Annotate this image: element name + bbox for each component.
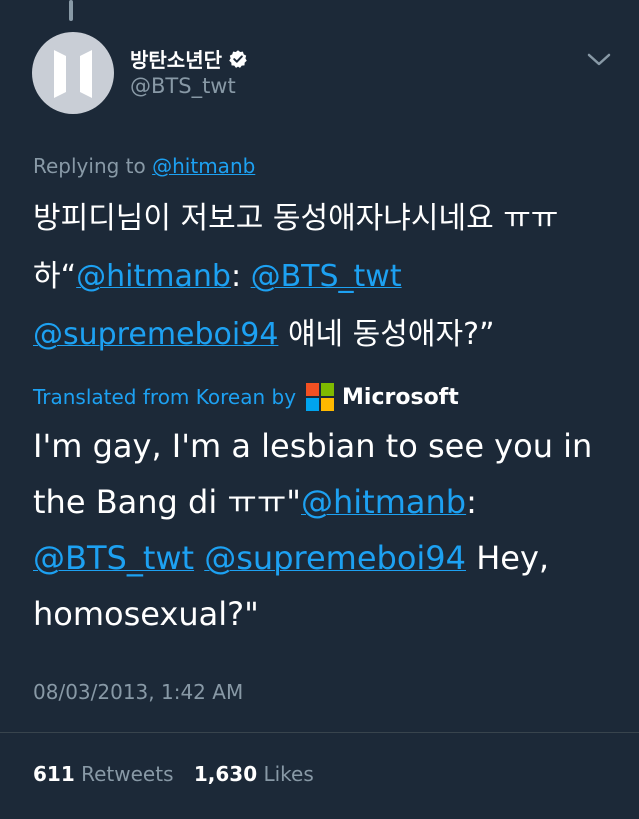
divider <box>0 732 639 733</box>
chevron-down-icon[interactable] <box>586 50 612 70</box>
tweet-text-separator: : <box>230 259 251 294</box>
retweets-count: 611 <box>33 762 75 786</box>
translated-text-separator <box>194 539 204 577</box>
mention-link[interactable]: @BTS_twt <box>33 539 194 577</box>
mention-link[interactable]: @hitmanb <box>301 483 466 521</box>
author-name-row: 방탄소년단 <box>130 44 248 73</box>
replying-to-line: Replying to @hitmanb <box>33 154 255 178</box>
display-name[interactable]: 방탄소년단 <box>130 44 222 73</box>
tweet-text-part: 얘네 동성애자?” <box>278 317 495 352</box>
translated-by-row: Translated from Korean by Microsoft <box>33 383 459 411</box>
likes-label: Likes <box>263 762 314 786</box>
translated-tweet-text: I'm gay, I'm a lesbian to see you in the… <box>33 418 633 642</box>
reply-mention-link[interactable]: @hitmanb <box>152 154 255 178</box>
translation-provider-name: Microsoft <box>342 384 459 410</box>
tweet-stats: 611 Retweets 1,630 Likes <box>33 762 328 786</box>
avatar[interactable] <box>32 32 114 114</box>
translated-text-separator: : <box>466 483 477 521</box>
tweet-timestamp[interactable]: 08/03/2013, 1:42 AM <box>33 680 243 704</box>
mention-link[interactable]: @hitmanb <box>76 259 231 294</box>
retweets-stat[interactable]: 611 Retweets <box>33 762 173 786</box>
mention-link[interactable]: @supremeboi94 <box>33 317 278 352</box>
mention-link[interactable]: @BTS_twt <box>251 259 402 294</box>
replying-to-label: Replying to <box>33 154 146 178</box>
verified-badge-icon <box>229 49 247 68</box>
mention-link[interactable]: @supremeboi94 <box>204 539 466 577</box>
microsoft-logo-icon <box>306 383 335 411</box>
author-handle[interactable]: @BTS_twt <box>130 74 236 98</box>
bts-logo-icon <box>54 50 92 98</box>
tweet-text: 방피디님이 저보고 동성애자냐시네요 ㅠㅠ하“@hitmanb: @BTS_tw… <box>33 190 623 364</box>
likes-stat[interactable]: 1,630 Likes <box>194 762 314 786</box>
translated-from-label: Translated from Korean by <box>33 385 297 409</box>
likes-count: 1,630 <box>193 762 258 786</box>
retweets-label: Retweets <box>81 762 174 786</box>
thread-connector-line <box>69 0 73 21</box>
